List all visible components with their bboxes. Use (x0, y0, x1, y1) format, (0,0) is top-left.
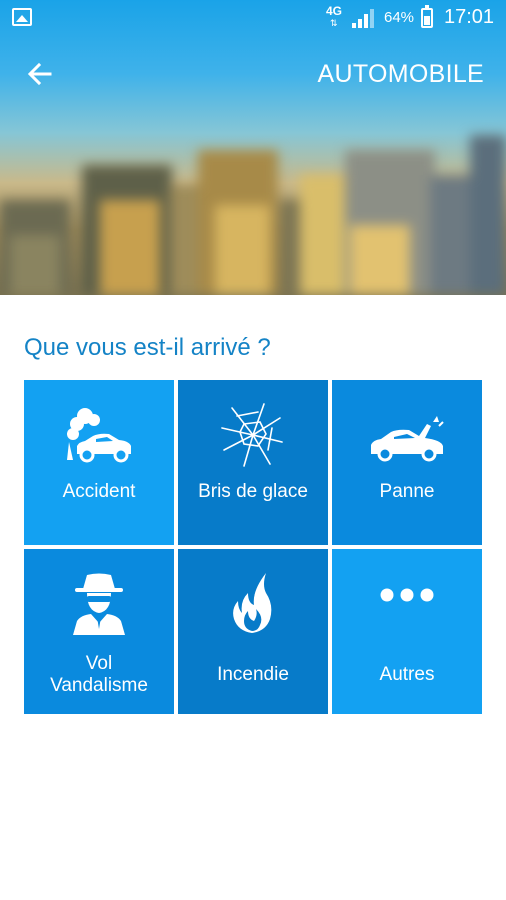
incident-type-grid: Accident Bris de glace Panne Vol Vandali… (24, 380, 482, 715)
tile-label: Accident (62, 481, 136, 502)
status-time: 17:01 (444, 6, 495, 28)
car-breakdown-icon (371, 416, 444, 462)
gallery-notification-icon (12, 8, 32, 26)
status-bar: 4G ⇅ 64% 17:01 (0, 0, 506, 38)
tile-panne[interactable]: Panne (332, 380, 482, 545)
more-dots-icon (380, 588, 434, 602)
back-arrow-icon[interactable] (24, 58, 56, 90)
network-type: 4G (326, 4, 343, 18)
header-banner: 4G ⇅ 64% 17:01 AUTOMOBILE (0, 0, 506, 295)
car-crash-icon (67, 408, 131, 463)
tile-incendie[interactable]: Incendie (178, 549, 328, 714)
tile-autres[interactable]: Autres (332, 549, 482, 714)
page-title: AUTOMOBILE (317, 60, 484, 88)
tile-label: Autres (379, 664, 435, 685)
signal-strength-icon (352, 9, 374, 28)
tile-label: Bris de glace (198, 481, 308, 502)
city-background-image (0, 0, 506, 295)
question-heading: Que vous est-il arrivé ? (24, 334, 271, 361)
fire-icon (233, 573, 272, 633)
tile-label-line2: Vandalisme (50, 675, 148, 696)
battery-percent: 64% (384, 9, 415, 26)
tile-label-line1: Vol (85, 653, 113, 674)
tile-vol-vandalisme[interactable]: Vol Vandalisme (24, 549, 174, 714)
broken-glass-icon (221, 403, 283, 467)
tile-label: Vol Vandalisme (24, 653, 174, 697)
thief-icon (73, 573, 125, 635)
battery-icon (421, 5, 433, 28)
tile-bris-de-glace[interactable]: Bris de glace (178, 380, 328, 545)
tile-accident[interactable]: Accident (24, 380, 174, 545)
tile-label: Panne (379, 481, 435, 502)
tile-label: Incendie (217, 664, 289, 685)
data-transfer-icon: ⇅ (330, 18, 338, 28)
